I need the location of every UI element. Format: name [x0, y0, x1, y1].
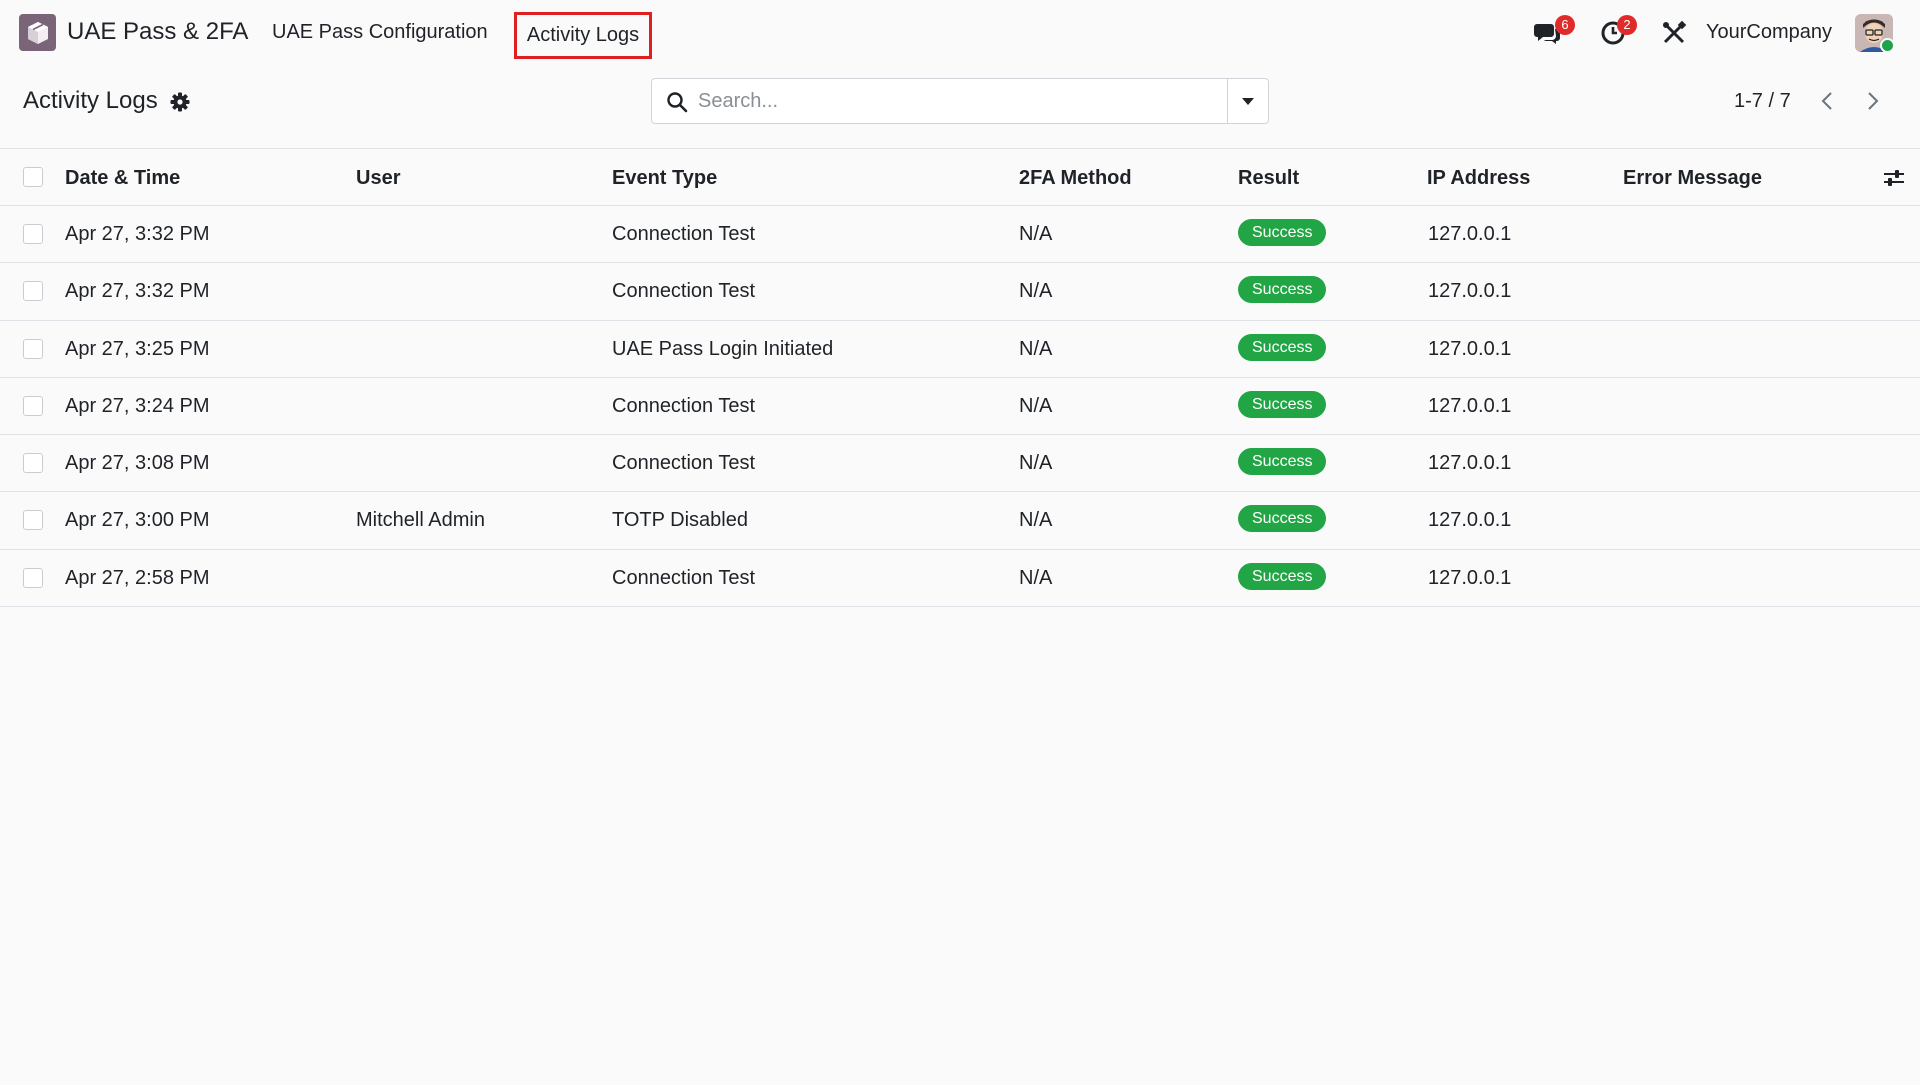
- row-checkbox[interactable]: [23, 338, 43, 359]
- pager-next-button[interactable]: [1860, 88, 1886, 114]
- search-input[interactable]: [698, 87, 1198, 115]
- cell-2fa-method: N/A: [1019, 223, 1053, 245]
- column-header-result[interactable]: Result: [1238, 167, 1299, 190]
- pager-value[interactable]: 1-7 / 7: [1734, 90, 1791, 113]
- column-header-date[interactable]: Date & Time: [65, 167, 180, 190]
- app-brand[interactable]: UAE Pass & 2FA: [67, 18, 248, 46]
- chevron-left-icon: [1821, 92, 1832, 110]
- status-badge: Success: [1238, 505, 1327, 533]
- cell-date: Apr 27, 2:58 PM: [65, 566, 210, 589]
- column-header-2fa-method[interactable]: 2FA Method: [1019, 167, 1132, 190]
- cell-date: Apr 27, 3:32 PM: [65, 223, 210, 245]
- cell-event-type: Connection Test: [612, 452, 756, 475]
- table-row[interactable]: Apr 27, 3:24 PM Connection Test N/A Succ…: [0, 377, 1920, 436]
- cell-2fa-method: N/A: [1019, 509, 1053, 532]
- table-row[interactable]: Apr 27, 3:25 PM UAE Pass Login Initiated…: [0, 320, 1920, 378]
- row-checkbox[interactable]: [23, 453, 43, 474]
- row-checkbox[interactable]: [23, 395, 43, 416]
- app-cube-icon[interactable]: [19, 14, 56, 51]
- search-bar: [651, 78, 1269, 124]
- column-header-error-message[interactable]: Error Message: [1623, 167, 1762, 190]
- column-settings-icon[interactable]: [1883, 168, 1905, 193]
- search-options-toggle[interactable]: [1227, 79, 1268, 123]
- cell-2fa-method: N/A: [1019, 337, 1053, 360]
- menu-uae-pass-configuration[interactable]: UAE Pass Configuration: [272, 21, 488, 44]
- cell-ip-address: 127.0.0.1: [1428, 452, 1512, 475]
- cell-date: Apr 27, 3:08 PM: [65, 452, 210, 475]
- cell-event-type: Connection Test: [612, 280, 756, 303]
- column-header-ip-address[interactable]: IP Address: [1427, 167, 1530, 190]
- cell-date: Apr 27, 3:00 PM: [65, 509, 210, 532]
- caret-down-icon: [1242, 98, 1254, 105]
- status-badge: Success: [1238, 390, 1327, 418]
- row-checkbox[interactable]: [23, 510, 43, 531]
- activity-logs-table: Date & Time User Event Type 2FA Method R…: [0, 148, 1920, 608]
- tools-icon[interactable]: [1661, 20, 1687, 46]
- cell-date: Apr 27, 3:25 PM: [65, 337, 210, 360]
- cell-event-type: Connection Test: [612, 223, 756, 245]
- column-header-user[interactable]: User: [356, 167, 400, 190]
- cell-ip-address: 127.0.0.1: [1428, 394, 1512, 417]
- pager-previous-button[interactable]: [1814, 88, 1840, 114]
- row-checkbox[interactable]: [23, 224, 43, 244]
- select-all-checkbox[interactable]: [23, 167, 43, 187]
- table-row[interactable]: Apr 27, 3:32 PM Connection Test N/A Succ…: [0, 263, 1920, 321]
- table-row[interactable]: Apr 27, 3:32 PM Connection Test N/A Succ…: [0, 206, 1920, 264]
- cell-event-type: TOTP Disabled: [612, 509, 748, 532]
- chevron-right-icon: [1868, 92, 1879, 110]
- status-badge: Success: [1238, 333, 1327, 361]
- online-status-dot: [1880, 38, 1895, 53]
- cell-ip-address: 127.0.0.1: [1428, 509, 1512, 532]
- cell-2fa-method: N/A: [1019, 566, 1053, 589]
- cell-ip-address: 127.0.0.1: [1428, 280, 1512, 303]
- status-badge: Success: [1238, 276, 1327, 304]
- top-navbar: UAE Pass & 2FA UAE Pass Configuration Ac…: [0, 0, 1920, 66]
- column-header-event-type[interactable]: Event Type: [612, 167, 717, 190]
- row-checkbox[interactable]: [23, 567, 43, 588]
- cell-ip-address: 127.0.0.1: [1428, 566, 1512, 589]
- cell-event-type: Connection Test: [612, 566, 756, 589]
- row-checkbox[interactable]: [23, 281, 43, 302]
- activities-count-badge: 2: [1617, 15, 1637, 35]
- table-row[interactable]: Apr 27, 3:00 PM Mitchell Admin TOTP Disa…: [0, 492, 1920, 550]
- cell-event-type: UAE Pass Login Initiated: [612, 337, 834, 360]
- status-badge: Success: [1238, 562, 1327, 590]
- page-title: Activity Logs: [23, 87, 158, 114]
- menu-activity-logs[interactable]: Activity Logs: [514, 12, 652, 59]
- cell-ip-address: 127.0.0.1: [1428, 223, 1512, 245]
- cell-2fa-method: N/A: [1019, 394, 1053, 417]
- cell-user: Mitchell Admin: [356, 509, 485, 532]
- table-row[interactable]: Apr 27, 2:58 PM Connection Test N/A Succ…: [0, 549, 1920, 608]
- cell-2fa-method: N/A: [1019, 452, 1053, 475]
- messages-count-badge: 6: [1555, 15, 1575, 35]
- cell-date: Apr 27, 3:32 PM: [65, 280, 210, 303]
- table-header: Date & Time User Event Type 2FA Method R…: [0, 148, 1920, 206]
- gear-icon[interactable]: [170, 92, 190, 117]
- cell-event-type: Connection Test: [612, 394, 756, 417]
- status-badge: Success: [1238, 448, 1327, 476]
- search-icon: [666, 91, 688, 118]
- cell-date: Apr 27, 3:24 PM: [65, 394, 210, 417]
- status-badge: Success: [1238, 219, 1327, 246]
- cell-2fa-method: N/A: [1019, 280, 1053, 303]
- cell-ip-address: 127.0.0.1: [1428, 337, 1512, 360]
- table-row[interactable]: Apr 27, 3:08 PM Connection Test N/A Succ…: [0, 435, 1920, 493]
- company-switcher[interactable]: YourCompany: [1706, 21, 1832, 44]
